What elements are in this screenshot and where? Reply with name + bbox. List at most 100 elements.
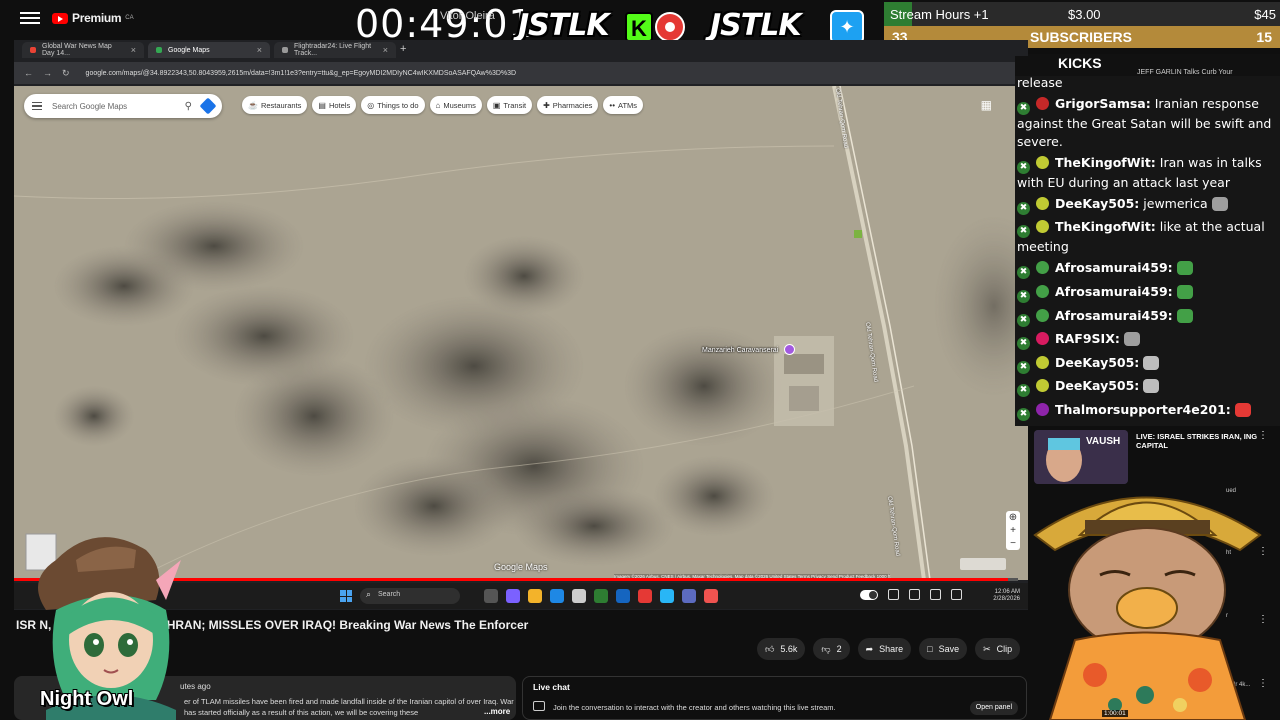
thumbs-down-icon: 👎︎ <box>821 643 831 654</box>
file-explorer-icon[interactable] <box>528 589 542 603</box>
taskbar-search[interactable]: Search <box>360 588 460 604</box>
chip-pharmacies[interactable]: ✚ Pharmacies <box>537 96 599 114</box>
delete-message-icon[interactable]: ✖ <box>1017 360 1030 374</box>
obs-icon[interactable] <box>704 589 718 603</box>
tab-war-news-map[interactable]: Global War News Map Day 14... × <box>22 42 144 58</box>
chat-username[interactable]: RAF9SIX: <box>1055 331 1120 346</box>
chat-message: ✖ TheKingofWit: like at the actual meetin… <box>1017 218 1276 256</box>
chat-username[interactable]: Afrosamurai459: <box>1055 260 1173 275</box>
store-icon[interactable] <box>572 589 586 603</box>
open-panel-button[interactable]: Open panel <box>969 701 1018 715</box>
google-maps-logo: Google Maps <box>494 562 548 572</box>
maps-search-box[interactable]: Search Google Maps ⚲ <box>24 94 222 118</box>
satellite-map[interactable]: Search Google Maps ⚲ ☕ Restaurants ▤ Hotel… <box>14 86 1028 580</box>
windows-start-icon[interactable] <box>340 590 352 602</box>
like-button[interactable]: 👍︎ 5.6k <box>757 638 806 660</box>
new-tab-icon[interactable]: + <box>400 42 406 60</box>
show-more-link[interactable]: ...more <box>484 707 510 716</box>
url-field[interactable]: google.com/maps/@34.8922343,50.8043959,2… <box>86 70 517 77</box>
tray-icon[interactable] <box>888 589 899 600</box>
chip-restaurants[interactable]: ☕ Restaurants <box>242 96 308 114</box>
settings-icon[interactable] <box>930 589 941 600</box>
chip-museums[interactable]: ⌂ Museums <box>429 96 482 114</box>
chat-message: ✖ Afrosamurai459: <box>1017 283 1276 304</box>
chip-label: Hotels <box>328 100 351 110</box>
maps-search-input[interactable]: Search Google Maps <box>52 102 175 111</box>
delete-message-icon[interactable]: ✖ <box>1017 337 1030 351</box>
youtube-logo[interactable]: Premium CA <box>52 11 134 25</box>
recommendation-duration: 1:00:01 <box>1102 710 1128 717</box>
delete-message-icon[interactable]: ✖ <box>1017 313 1030 327</box>
delete-message-icon[interactable]: ✖ <box>1017 201 1030 215</box>
chat-username[interactable]: TheKingofWit: <box>1055 155 1156 170</box>
live-chat-header: Live chat <box>533 682 570 692</box>
chrome-icon[interactable] <box>638 589 652 603</box>
chat-username[interactable]: Afrosamurai459: <box>1055 284 1173 299</box>
user-badge-icon <box>1036 379 1049 393</box>
delete-message-icon[interactable]: ✖ <box>1017 290 1030 304</box>
task-view-icon[interactable] <box>484 589 498 603</box>
chat-text: release <box>1017 75 1063 90</box>
directions-icon[interactable] <box>199 97 217 115</box>
chat-message: ✖ DeeKay505: <box>1017 354 1276 374</box>
thumbs-up-icon: 👍︎ <box>765 643 775 654</box>
place-label[interactable]: Manzarieh Caravanserai <box>702 347 778 354</box>
close-icon[interactable]: × <box>383 45 388 55</box>
delete-message-icon[interactable]: ✖ <box>1017 384 1030 398</box>
tray-icon[interactable] <box>909 589 920 600</box>
delete-message-icon[interactable]: ✖ <box>1017 408 1030 422</box>
chip-things-to-do[interactable]: ◎ Things to do <box>361 96 425 114</box>
tab-flightradar[interactable]: Flightradar24: Live Flight Track... × <box>274 42 396 58</box>
dislike-button[interactable]: 👎︎ 2 <box>813 638 850 660</box>
save-label: Save <box>938 644 960 654</box>
delete-message-icon[interactable]: ✖ <box>1017 266 1030 280</box>
search-icon[interactable]: ⚲ <box>185 101 192 112</box>
delete-message-icon[interactable]: ✖ <box>1017 225 1030 239</box>
chip-transit[interactable]: ▣ Transit <box>486 96 533 114</box>
app-icon[interactable] <box>660 589 674 603</box>
subscribers-label: SUBSCRIBERS <box>1030 29 1132 45</box>
chat-username[interactable]: Afrosamurai459: <box>1055 308 1173 323</box>
chat-message: ✖Thalmorsupporter4e201: <box>1017 425 1276 427</box>
address-bar: ← → ↻ google.com/maps/@34.8922343,50.804… <box>14 62 1028 84</box>
menu-icon[interactable] <box>20 12 40 24</box>
discord-icon[interactable] <box>682 589 696 603</box>
maps-menu-icon[interactable] <box>32 101 42 111</box>
chip-label: ATMs <box>618 100 638 110</box>
forward-icon[interactable]: → <box>43 68 52 78</box>
chat-username[interactable]: DeeKay505: <box>1055 355 1139 370</box>
emote-icon <box>1143 355 1160 370</box>
reload-icon[interactable]: ↻ <box>62 68 70 79</box>
chat-username[interactable]: GrigorSamsa: <box>1055 96 1151 111</box>
street-view-control[interactable] <box>960 558 1006 570</box>
chip-atms[interactable]: •• ATMs <box>603 96 644 114</box>
emote-icon <box>1123 332 1140 347</box>
save-button[interactable]: □ Save <box>919 638 968 660</box>
user-badge-icon <box>1036 220 1049 234</box>
chip-label: Pharmacies <box>552 100 593 110</box>
copilot-icon[interactable] <box>506 589 520 603</box>
pharmacy-icon: ✚ <box>543 100 550 110</box>
mail-icon[interactable] <box>616 589 630 603</box>
back-icon[interactable]: ← <box>24 68 33 78</box>
chat-username[interactable]: Thalmorsupporter4e201: <box>1055 402 1231 417</box>
close-icon[interactable]: × <box>257 45 262 55</box>
maps-category-chips: ☕ Restaurants ▤ Hotels ◎ Things to do ⌂ Muse… <box>242 96 644 114</box>
close-icon[interactable]: × <box>131 45 136 55</box>
clip-button[interactable]: ✂ Clip <box>975 638 1021 660</box>
apps-grid-icon[interactable]: ▦ <box>981 98 992 112</box>
delete-message-icon[interactable]: ✖ <box>1017 160 1030 174</box>
chat-username[interactable]: DeeKay505: <box>1055 196 1139 211</box>
chat-username[interactable]: DeeKay505: <box>1055 378 1139 393</box>
edge-icon[interactable] <box>550 589 564 603</box>
app-icon[interactable] <box>594 589 608 603</box>
place-pin-icon[interactable] <box>784 344 795 355</box>
tray-icon[interactable] <box>951 589 962 600</box>
toggle-icon[interactable] <box>860 589 878 600</box>
chip-hotels[interactable]: ▤ Hotels <box>312 96 357 114</box>
chat-username[interactable]: TheKingofWit: <box>1055 219 1156 234</box>
share-button[interactable]: ➦ Share <box>857 638 912 660</box>
country-code: CA <box>125 15 134 21</box>
tab-google-maps[interactable]: Google Maps × <box>148 42 270 58</box>
delete-message-icon[interactable]: ✖ <box>1017 102 1030 116</box>
